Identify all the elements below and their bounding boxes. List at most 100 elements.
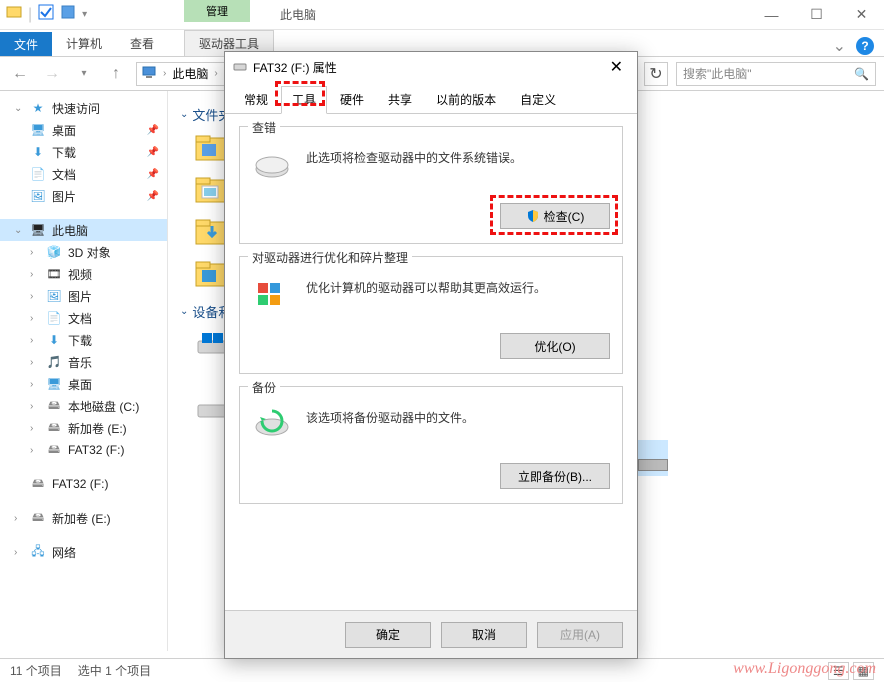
groupbox-optimize: 对驱动器进行优化和碎片整理 优化计算机的驱动器可以帮助其更高效运行。 优化(O): [239, 256, 623, 374]
close-button[interactable]: ✕: [839, 0, 884, 30]
optimize-button[interactable]: 优化(O): [500, 333, 610, 359]
backup-icon: [252, 405, 292, 445]
tree-quick-access[interactable]: ⌄★快速访问: [0, 97, 167, 119]
ok-button[interactable]: 确定: [345, 622, 431, 648]
watermark: www.Ligonggong.com: [733, 660, 876, 678]
tab-hardware[interactable]: 硬件: [329, 86, 375, 113]
tree-desktop[interactable]: 🖥桌面📌: [0, 119, 167, 141]
dialog-title-text: FAT32 (F:) 属性: [253, 59, 337, 76]
tab-general[interactable]: 常规: [233, 86, 279, 113]
tree-desktop2[interactable]: ›🖥桌面: [0, 373, 167, 395]
cube-icon: 🧊: [46, 244, 62, 260]
search-placeholder: 搜索"此电脑": [683, 65, 752, 82]
check-button[interactable]: 检查(C): [500, 203, 610, 229]
groupbox-legend: 查错: [248, 119, 280, 136]
window-titlebar: | ▾ 管理 此电脑 — ☐ ✕: [0, 0, 884, 30]
tab-view[interactable]: 查看: [116, 31, 168, 56]
properties-icon[interactable]: [60, 4, 76, 25]
drive-icon: 🖴: [46, 398, 62, 414]
tree-volume-e[interactable]: ›🖴新加卷 (E:): [0, 417, 167, 439]
nav-forward-button[interactable]: →: [40, 62, 64, 86]
dialog-titlebar: FAT32 (F:) 属性 ✕: [225, 52, 637, 82]
tree-documents2[interactable]: ›📄文档: [0, 307, 167, 329]
tree-this-pc[interactable]: ⌄🖥此电脑: [0, 219, 167, 241]
explorer-icon: [6, 4, 22, 25]
groupbox-backup: 备份 该选项将备份驱动器中的文件。 立即备份(B)...: [239, 386, 623, 504]
drive-icon: 🖴: [30, 476, 46, 492]
drive-icon: 🖴: [46, 442, 62, 458]
shield-icon: [526, 209, 540, 223]
apply-button[interactable]: 应用(A): [537, 622, 623, 648]
tree-documents[interactable]: 📄文档📌: [0, 163, 167, 185]
groupbox-legend: 备份: [248, 379, 280, 396]
tab-file[interactable]: 文件: [0, 32, 52, 56]
status-selection: 选中 1 个项目: [78, 662, 151, 679]
cancel-button[interactable]: 取消: [441, 622, 527, 648]
music-icon: 🎵: [46, 354, 62, 370]
quick-access-toolbar: | ▾: [0, 4, 93, 25]
download-icon: ⬇: [30, 144, 46, 160]
tree-music[interactable]: ›🎵音乐: [0, 351, 167, 373]
drive-usage-bar: [638, 459, 668, 471]
ribbon-expand-icon[interactable]: ⌄: [833, 36, 846, 56]
window-title: 此电脑: [280, 6, 316, 23]
tab-customize[interactable]: 自定义: [509, 86, 567, 113]
tree-downloads2[interactable]: ›⬇下载: [0, 329, 167, 351]
tree-pictures2[interactable]: ›🖼图片: [0, 285, 167, 307]
document-icon: 📄: [46, 310, 62, 326]
maximize-button[interactable]: ☐: [794, 0, 839, 30]
nav-recent-dropdown[interactable]: ▾: [72, 62, 96, 86]
drive-check-icon: [252, 145, 292, 185]
address-chevron-icon[interactable]: ›: [214, 68, 217, 79]
contextual-tab-header: 管理: [184, 0, 250, 22]
groupbox-legend: 对驱动器进行优化和碎片整理: [248, 249, 412, 266]
tab-computer[interactable]: 计算机: [52, 31, 116, 56]
address-chevron-icon[interactable]: ›: [163, 68, 166, 79]
error-check-desc: 此选项将检查驱动器中的文件系统错误。: [306, 145, 610, 166]
search-icon: 🔍: [854, 67, 869, 81]
checkbox-icon[interactable]: [38, 4, 54, 25]
tree-volume-e2[interactable]: ›🖴新加卷 (E:): [0, 507, 167, 529]
tab-sharing[interactable]: 共享: [377, 86, 423, 113]
properties-dialog: FAT32 (F:) 属性 ✕ 常规 工具 硬件 共享 以前的版本 自定义 查错…: [224, 51, 638, 659]
tab-previous-versions[interactable]: 以前的版本: [425, 86, 507, 113]
tree-fat32-f[interactable]: ›🖴FAT32 (F:): [0, 439, 167, 461]
tree-downloads[interactable]: ⬇下载📌: [0, 141, 167, 163]
refresh-button[interactable]: ↻: [644, 62, 668, 86]
tree-fat32-f2[interactable]: 🖴FAT32 (F:): [0, 473, 167, 495]
tree-videos[interactable]: ›🎞视频: [0, 263, 167, 285]
picture-icon: 🖼: [46, 288, 62, 304]
navigation-tree: ⌄★快速访问 🖥桌面📌 ⬇下载📌 📄文档📌 🖼图片📌 ⌄🖥此电脑 ›🧊3D 对象…: [0, 91, 168, 651]
defrag-icon: [252, 275, 292, 315]
document-icon: 📄: [30, 166, 46, 182]
groupbox-error-check: 查错 此选项将检查驱动器中的文件系统错误。 检查(C): [239, 126, 623, 244]
address-location: 此电脑: [172, 65, 208, 82]
video-icon: 🎞: [46, 266, 62, 282]
dialog-body: 查错 此选项将检查驱动器中的文件系统错误。 检查(C) 对驱动器进行优化和碎片整…: [225, 114, 637, 610]
drive-icon: [233, 59, 247, 76]
help-icon[interactable]: ?: [856, 37, 874, 55]
download-icon: ⬇: [46, 332, 62, 348]
pc-icon: [141, 64, 157, 83]
qat-dropdown-icon[interactable]: ▾: [82, 9, 87, 20]
nav-up-button[interactable]: ↑: [104, 62, 128, 86]
tree-local-disk-c[interactable]: ›🖴本地磁盘 (C:): [0, 395, 167, 417]
picture-icon: 🖼: [30, 188, 46, 204]
dialog-footer: 确定 取消 应用(A): [225, 610, 637, 658]
nav-back-button[interactable]: ←: [8, 62, 32, 86]
star-icon: ★: [30, 100, 46, 116]
desktop-icon: 🖥: [46, 376, 62, 392]
minimize-button[interactable]: —: [749, 0, 794, 30]
tree-pictures[interactable]: 🖼图片📌: [0, 185, 167, 207]
drive-icon: 🖴: [46, 420, 62, 436]
backup-desc: 该选项将备份驱动器中的文件。: [306, 405, 610, 426]
backup-now-button[interactable]: 立即备份(B)...: [500, 463, 610, 489]
network-icon: 🖧: [30, 544, 46, 560]
tab-tools[interactable]: 工具: [281, 86, 327, 114]
tree-network[interactable]: ›🖧网络: [0, 541, 167, 563]
search-input[interactable]: 搜索"此电脑" 🔍: [676, 62, 876, 86]
tree-3d-objects[interactable]: ›🧊3D 对象: [0, 241, 167, 263]
optimize-desc: 优化计算机的驱动器可以帮助其更高效运行。: [306, 275, 610, 296]
dialog-close-button[interactable]: ✕: [604, 57, 629, 77]
desktop-icon: 🖥: [30, 122, 46, 138]
